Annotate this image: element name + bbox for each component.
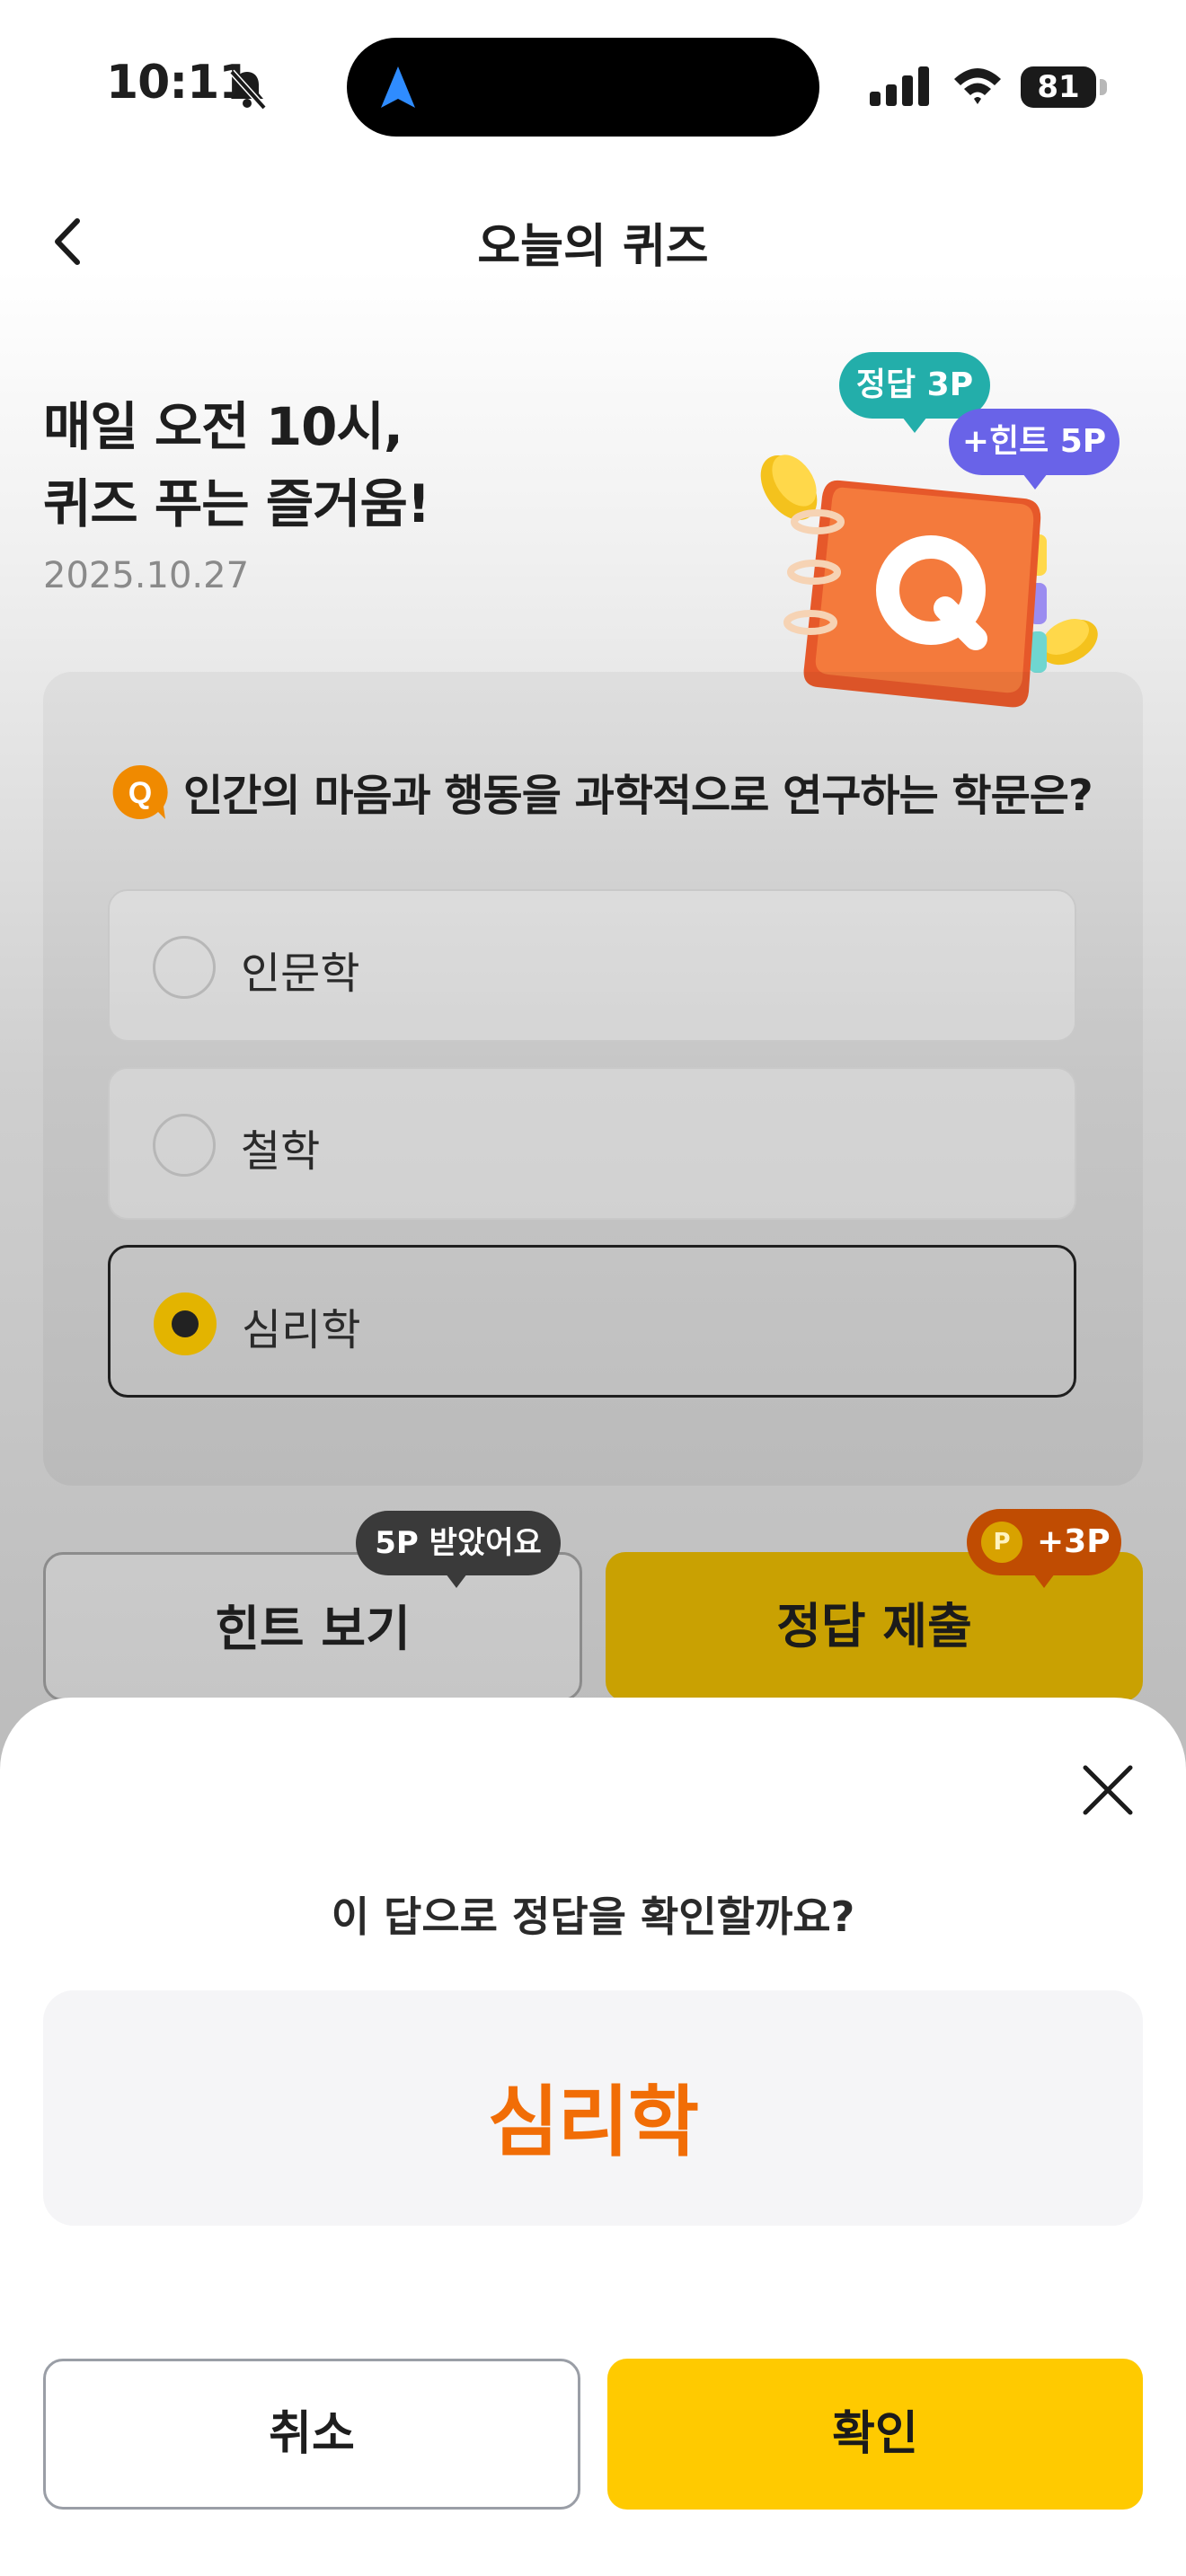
- hint-received-tooltip: 5P 받았어요: [356, 1511, 561, 1588]
- radio-unselected[interactable]: [153, 1114, 216, 1177]
- option-3[interactable]: 심리학: [108, 1245, 1076, 1398]
- question-q-icon: Q: [112, 764, 168, 819]
- location-arrow-icon: [381, 66, 415, 108]
- hero-title-line-1: 매일 오전 10시,: [43, 396, 403, 457]
- hero-title-line-2: 퀴즈 푸는 즐거움!: [43, 473, 430, 534]
- battery-indicator: 81: [1021, 66, 1107, 108]
- page-title: 오늘의 퀴즈: [477, 220, 709, 274]
- option-label: 심리학: [242, 1305, 361, 1355]
- hint-points-badge: +힌트 5P: [949, 409, 1120, 490]
- question-q-letter: Q: [128, 776, 152, 810]
- radio-selected[interactable]: [154, 1292, 217, 1355]
- radio-unselected[interactable]: [153, 936, 216, 999]
- reward-label: +3P: [1037, 1523, 1111, 1560]
- confirm-button[interactable]: 확인: [607, 2359, 1143, 2510]
- question-text: 인간의 마음과 행동을 과학적으로 연구하는 학문은?: [183, 771, 1093, 821]
- battery-level: 81: [1021, 66, 1096, 108]
- submit-reward-tooltip: P +3P: [967, 1509, 1121, 1588]
- option-label: 철학: [241, 1126, 321, 1177]
- close-icon[interactable]: [1078, 1760, 1137, 1820]
- option-label: 인문학: [241, 948, 360, 999]
- option-1[interactable]: 인문학: [108, 889, 1076, 1042]
- battery-cap: [1100, 79, 1107, 95]
- correct-points-badge: 정답 3P: [839, 352, 990, 433]
- bell-muted-icon: [229, 69, 267, 110]
- point-coin-icon: P: [981, 1522, 1022, 1563]
- wifi-icon: [954, 68, 1001, 104]
- cellular-signal-icon: [870, 66, 929, 106]
- selected-answer-text: 심리학: [487, 2078, 699, 2167]
- cancel-button[interactable]: 취소: [43, 2359, 580, 2510]
- quiz-date: 2025.10.27: [43, 555, 250, 596]
- confirm-question: 이 답으로 정답을 확인할까요?: [331, 1892, 855, 1941]
- option-2[interactable]: 철학: [108, 1067, 1076, 1220]
